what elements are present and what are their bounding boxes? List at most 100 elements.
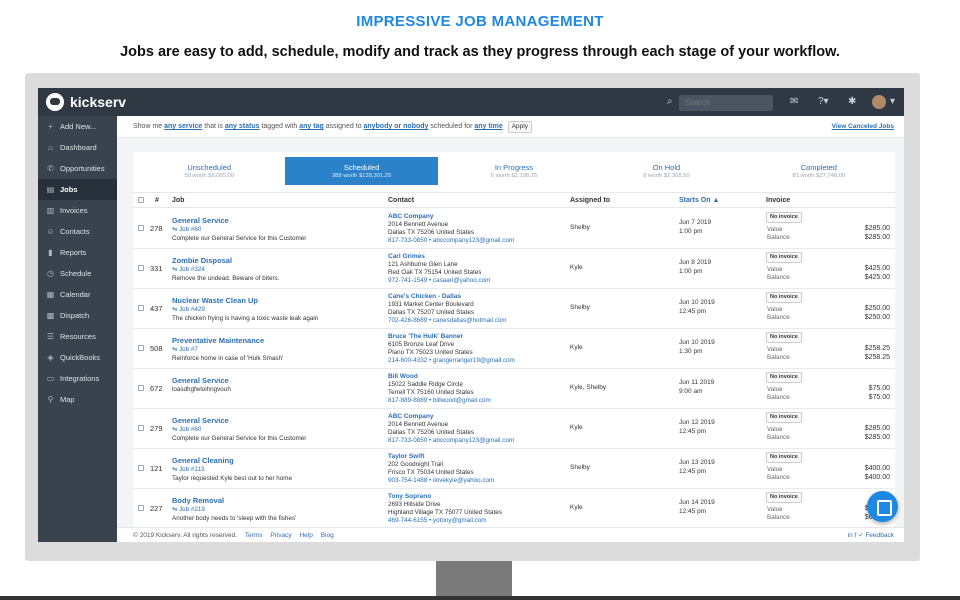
footer-privacy-link[interactable]: Privacy (270, 532, 291, 539)
tab-unscheduled[interactable]: Unscheduled 50 worth $9,065.00 (133, 157, 285, 185)
contact-phone-email[interactable]: 702-426-8689 • canesdallas@hotmail.com (388, 317, 507, 324)
table-row[interactable]: 278 General Service ⇆ Job #60 Complete our … (133, 209, 895, 249)
filter-any-time[interactable]: any time (474, 123, 502, 130)
sidebar-icon: ▦ (46, 290, 55, 299)
tab-completed[interactable]: Completed 81 worth $27,748.00 (743, 157, 895, 185)
table-row[interactable]: 279 General Service ⇆ Job #60 Complete our … (133, 409, 895, 449)
table-row[interactable]: 437 Nuclear Waste Clean Up ⇆ Job #429 The c… (133, 289, 895, 329)
row-checkbox[interactable] (138, 505, 144, 511)
contact-name-link[interactable]: ABC Company (388, 413, 434, 420)
job-ref-link[interactable]: ⇆ Job #60 (172, 226, 201, 233)
job-ref-link[interactable]: ⇆ Job #113 (172, 466, 204, 473)
job-ref-link[interactable]: ⇆ Job #324 (172, 266, 205, 273)
sidebar-item-map[interactable]: ⚲ Map (38, 389, 117, 410)
help-icon[interactable]: ?▾ (818, 96, 829, 107)
col-job[interactable]: Job (172, 197, 184, 204)
contact-address: 1931 Market Center Boulevard (388, 301, 474, 308)
table-row[interactable]: 672 General Service loasdhgfwloihngvouh Bil… (133, 369, 895, 409)
job-title-link[interactable]: General Service (172, 216, 229, 225)
row-checkbox[interactable] (138, 305, 144, 311)
select-all-checkbox[interactable] (138, 197, 144, 205)
sidebar-item-contacts[interactable]: ☺ Contacts (38, 221, 117, 242)
row-checkbox[interactable] (138, 225, 144, 231)
job-title-link[interactable]: General Service (172, 376, 229, 385)
gear-icon[interactable]: ✱ (848, 96, 856, 107)
col-contact[interactable]: Contact (388, 197, 414, 204)
job-ref-link[interactable]: ⇆ Job #429 (172, 306, 205, 313)
job-ref-link[interactable]: ⇆ Job #60 (172, 426, 201, 433)
job-title-link[interactable]: General Cleaning (172, 456, 234, 465)
sidebar-item-dispatch[interactable]: ▩ Dispatch (38, 305, 117, 326)
contact-name-link[interactable]: ABC Company (388, 213, 434, 220)
invoice-balance-label: Balance (767, 514, 790, 521)
inbox-icon[interactable]: ✉ (790, 96, 798, 107)
sidebar-item-invoices[interactable]: ▥ Invoices (38, 200, 117, 221)
invoice-value-label: Value (767, 386, 783, 393)
tab-on-hold[interactable]: On Hold 8 worth $2,368.50 (590, 157, 742, 185)
filter-any-tag[interactable]: any tag (299, 123, 324, 130)
contact-phone-email[interactable]: 817-889-8889 • billwood@gmail.com (388, 397, 491, 404)
sidebar-item-add-new[interactable]: + Add New... (38, 116, 117, 137)
footer-terms-link[interactable]: Terms (245, 532, 263, 539)
contact-name-link[interactable]: Taylor Swift (388, 453, 424, 460)
sidebar-item-reports[interactable]: ▮ Reports (38, 242, 117, 263)
contact-name-link[interactable]: Cane's Chicken - Dallas (388, 293, 461, 300)
contact-name-link[interactable]: Tony Soprano (388, 493, 431, 500)
table-row[interactable]: 227 Body Removal ⇆ Job #219 Another body ne… (133, 489, 895, 529)
job-title-link[interactable]: Nuclear Waste Clean Up (172, 296, 258, 305)
job-title-link[interactable]: General Service (172, 416, 229, 425)
col-assigned[interactable]: Assigned to (570, 197, 610, 204)
avatar[interactable] (872, 95, 886, 109)
contact-name-link[interactable]: Bruce 'The Hulk' Banner (388, 333, 463, 340)
sidebar-item-quickbooks[interactable]: ◈ QuickBooks (38, 347, 117, 368)
row-checkbox[interactable] (138, 425, 144, 431)
row-checkbox[interactable] (138, 385, 144, 391)
contact-name-link[interactable]: Carl Grimes (388, 253, 425, 260)
invoice-value: $400.00 (864, 465, 890, 472)
tab-scheduled[interactable]: Scheduled 388 worth $139,301.25 (285, 157, 438, 185)
contact-phone-email[interactable]: 469-744-6155 • yotony@gmail.com (388, 517, 487, 524)
job-ref-link[interactable]: ⇆ Job #7 (172, 346, 198, 353)
contact-phone-email[interactable]: 817-733-0850 • abccompany123@gmail.com (388, 237, 514, 244)
app-logo[interactable]: kickserv (46, 93, 126, 111)
table-row[interactable]: 331 Zombie Disposal ⇆ Job #324 Remove the u… (133, 249, 895, 289)
row-checkbox[interactable] (138, 265, 144, 271)
sidebar-item-integrations[interactable]: ▭ Integrations (38, 368, 117, 389)
invoice-status-badge: No invoice (766, 452, 802, 463)
filter-any-status[interactable]: any status (225, 123, 260, 130)
col-starts-on[interactable]: Starts On ▲ (679, 197, 719, 204)
view-canceled-jobs-link[interactable]: View Canceled Jobs (832, 116, 894, 138)
sidebar-item-resources[interactable]: ☰ Resources (38, 326, 117, 347)
contact-address: 2014 Bennett Avenue (388, 221, 449, 228)
contact-name-link[interactable]: Bill Wood (388, 373, 418, 380)
sidebar-item-calendar[interactable]: ▦ Calendar (38, 284, 117, 305)
job-ref-link[interactable]: ⇆ Job #219 (172, 506, 205, 513)
contact-phone-email[interactable]: 972-741-1549 • casaari@yahoo.com (388, 277, 490, 284)
footer-blog-link[interactable]: Blog (321, 532, 334, 539)
sidebar-item-opportunities[interactable]: ✆ Opportunities (38, 158, 117, 179)
tab-in-progress[interactable]: In Progress 6 worth $2,198.25 (438, 157, 590, 185)
filter-any-service[interactable]: any service (164, 123, 202, 130)
row-checkbox[interactable] (138, 465, 144, 471)
filter-assignee[interactable]: anybody or nobody (363, 123, 428, 130)
table-row[interactable]: 508 Preventative Maintenance ⇆ Job #7 Reinf… (133, 329, 895, 369)
contact-phone-email[interactable]: 903-754-1488 • ilovekyle@yahoo.com (388, 477, 494, 484)
job-title-link[interactable]: Body Removal (172, 496, 224, 505)
job-number: 437 (150, 304, 163, 313)
sidebar-item-jobs[interactable]: ▤ Jobs (38, 179, 117, 200)
job-title-link[interactable]: Zombie Disposal (172, 256, 232, 265)
sidebar-item-schedule[interactable]: ◷ Schedule (38, 263, 117, 284)
col-invoice[interactable]: Invoice (766, 197, 790, 204)
job-title-link[interactable]: Preventative Maintenance (172, 336, 264, 345)
table-row[interactable]: 121 General Cleaning ⇆ Job #113 Taylor requ… (133, 449, 895, 489)
search-input[interactable] (679, 95, 773, 111)
sidebar-item-dashboard[interactable]: ⌂ Dashboard (38, 137, 117, 158)
contact-phone-email[interactable]: 214-600-4332 • grangerranger19@gmail.com (388, 357, 515, 364)
footer-social-feedback[interactable]: in f ✓ Feedback (848, 528, 894, 542)
apply-button[interactable]: Apply (507, 121, 532, 133)
footer-help-link[interactable]: Help (299, 532, 312, 539)
row-checkbox[interactable] (138, 345, 144, 351)
chevron-down-icon[interactable]: ▾ (890, 96, 895, 107)
contact-phone-email[interactable]: 817-733-0850 • abccompany123@gmail.com (388, 437, 514, 444)
chat-button[interactable] (867, 491, 898, 522)
